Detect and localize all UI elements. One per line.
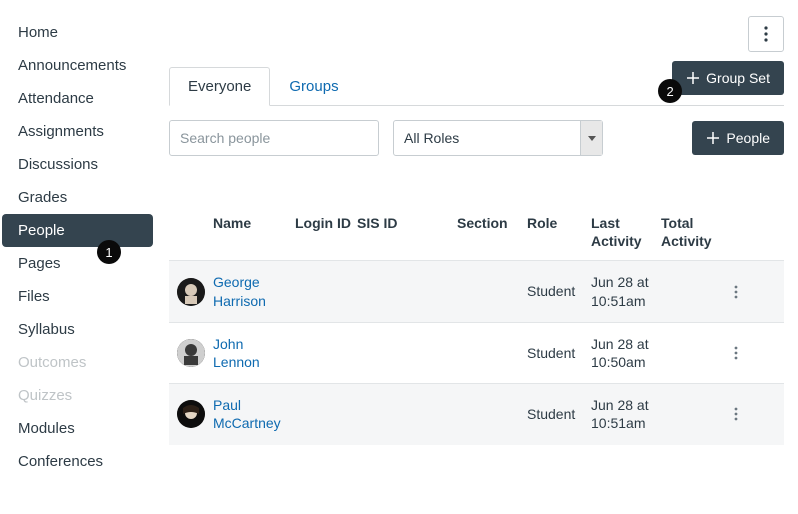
th-name: Name xyxy=(213,214,295,250)
plus-icon xyxy=(686,71,700,85)
nav-item-home[interactable]: Home xyxy=(0,16,155,49)
table-row: Paul McCartney StudentJun 28 at 10:51am xyxy=(169,383,784,444)
th-total-activity: Total Activity xyxy=(661,214,721,250)
nav-item-discussions[interactable]: Discussions xyxy=(0,148,155,181)
row-options-button[interactable] xyxy=(721,346,751,360)
role-filter-value: All Roles xyxy=(404,130,459,146)
nav-item-label: Attendance xyxy=(18,90,94,107)
nav-item-modules[interactable]: Modules xyxy=(0,412,155,445)
nav-item-label: Grades xyxy=(18,189,67,206)
tab-everyone[interactable]: Everyone xyxy=(169,67,270,106)
nav-item-outcomes[interactable]: Outcomes xyxy=(0,346,155,379)
table-row: George Harrison StudentJun 28 at 10:51am xyxy=(169,260,784,321)
page-options xyxy=(748,16,784,52)
plus-icon xyxy=(706,131,720,145)
user-name-link[interactable]: Paul McCartney xyxy=(213,397,281,431)
cell-role: Student xyxy=(527,344,591,362)
page-options-button[interactable] xyxy=(748,16,784,52)
th-sis-id: SIS ID xyxy=(357,214,457,250)
avatar xyxy=(177,278,205,306)
tab-groups[interactable]: Groups xyxy=(270,67,357,106)
course-nav: Home Announcements Attendance Assignments Di… xyxy=(0,0,155,514)
nav-item-label: Quizzes xyxy=(18,387,72,404)
kebab-icon xyxy=(734,285,738,299)
nav-item-assignments[interactable]: Assignments xyxy=(0,115,155,148)
main-content: Everyone Groups Group Set 2 All Roles Pe… xyxy=(155,0,798,514)
kebab-icon xyxy=(734,407,738,421)
nav-item-syllabus[interactable]: Syllabus xyxy=(0,313,155,346)
filter-bar: All Roles People xyxy=(169,120,784,156)
nav-item-label: Modules xyxy=(18,420,75,437)
nav-item-files[interactable]: Files xyxy=(0,280,155,313)
nav-item-label: Files xyxy=(18,288,50,305)
add-group-set-label: Group Set xyxy=(706,70,770,86)
nav-item-label: Assignments xyxy=(18,123,104,140)
cell-role: Student xyxy=(527,405,591,423)
add-people-label: People xyxy=(726,130,770,146)
th-role: Role xyxy=(527,214,591,250)
nav-item-label: People xyxy=(18,222,65,239)
nav-item-grades[interactable]: Grades xyxy=(0,181,155,214)
kebab-icon xyxy=(734,346,738,360)
nav-item-attendance[interactable]: Attendance xyxy=(0,82,155,115)
avatar xyxy=(177,339,205,367)
nav-item-announcements[interactable]: Announcements xyxy=(0,49,155,82)
tab-bar: Everyone Groups Group Set 2 xyxy=(169,66,784,106)
kebab-icon xyxy=(764,26,768,42)
chevron-down-icon xyxy=(580,121,602,155)
nav-item-label: Discussions xyxy=(18,156,98,173)
th-last-activity: Last Activity xyxy=(591,214,661,250)
nav-item-label: Syllabus xyxy=(18,321,75,338)
nav-item-pages[interactable]: Pages xyxy=(0,247,155,280)
row-options-button[interactable] xyxy=(721,285,751,299)
nav-item-label: Pages xyxy=(18,255,61,272)
search-people-input[interactable] xyxy=(169,120,379,156)
th-section: Section xyxy=(457,214,527,250)
nav-item-people[interactable]: People1 xyxy=(2,214,153,247)
table-header-row: Name Login ID SIS ID Section Role Last A… xyxy=(169,204,784,260)
nav-item-label: Announcements xyxy=(18,57,126,74)
row-options-button[interactable] xyxy=(721,407,751,421)
nav-item-label: Conferences xyxy=(18,453,103,470)
cell-last-activity: Jun 28 at 10:51am xyxy=(591,273,661,309)
table-row: John Lennon StudentJun 28 at 10:50am xyxy=(169,322,784,383)
nav-item-label: Outcomes xyxy=(18,354,86,371)
cell-last-activity: Jun 28 at 10:51am xyxy=(591,396,661,432)
th-login-id: Login ID xyxy=(295,214,357,250)
nav-item-conferences[interactable]: Conferences xyxy=(0,445,155,478)
role-filter-select[interactable]: All Roles xyxy=(393,120,603,156)
avatar xyxy=(177,400,205,428)
callout-badge-2: 2 xyxy=(658,79,682,103)
user-name-link[interactable]: John Lennon xyxy=(213,336,260,370)
nav-item-quizzes[interactable]: Quizzes xyxy=(0,379,155,412)
cell-role: Student xyxy=(527,282,591,300)
add-group-set-button[interactable]: Group Set 2 xyxy=(672,61,784,95)
nav-item-label: Home xyxy=(18,24,58,41)
people-table: Name Login ID SIS ID Section Role Last A… xyxy=(169,204,784,445)
cell-last-activity: Jun 28 at 10:50am xyxy=(591,335,661,371)
user-name-link[interactable]: George Harrison xyxy=(213,274,266,308)
add-people-button[interactable]: People xyxy=(692,121,784,155)
